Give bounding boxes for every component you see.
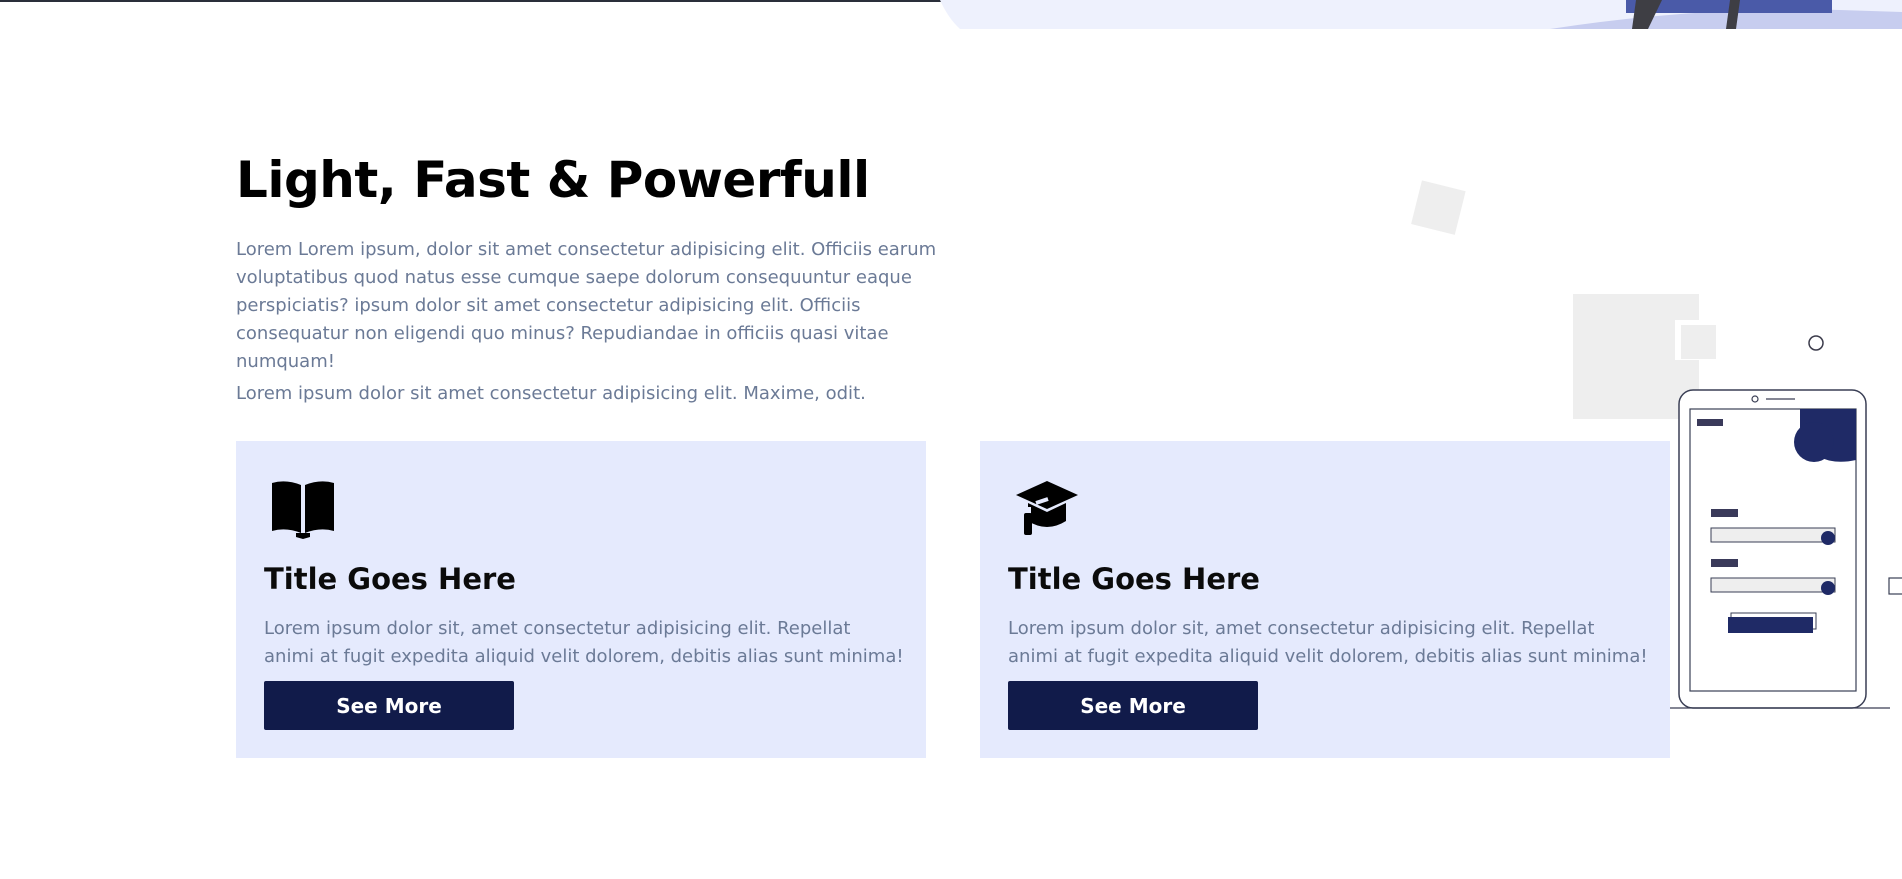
hero-illustration-remnant: [940, 0, 1902, 29]
see-more-button[interactable]: See More: [264, 681, 514, 730]
card-text: Lorem ipsum dolor sit, amet consectetur …: [264, 618, 904, 667]
section-intro: Lorem Lorem ipsum, dolor sit amet consec…: [236, 239, 937, 372]
book-open-icon: [272, 481, 334, 539]
feature-card: Title Goes Here Lorem ipsum dolor sit, a…: [236, 441, 926, 758]
graduation-cap-icon: [1016, 481, 1078, 535]
section-intro-secondary: Lorem ipsum dolor sit amet consectetur a…: [236, 383, 866, 404]
mobile-form-illustration: [1411, 180, 1902, 709]
card-title: Title Goes Here: [1008, 562, 1260, 596]
card-title: Title Goes Here: [264, 562, 516, 596]
section-title: Light, Fast & Powerfull: [236, 151, 870, 209]
see-more-button[interactable]: See More: [1008, 681, 1258, 730]
